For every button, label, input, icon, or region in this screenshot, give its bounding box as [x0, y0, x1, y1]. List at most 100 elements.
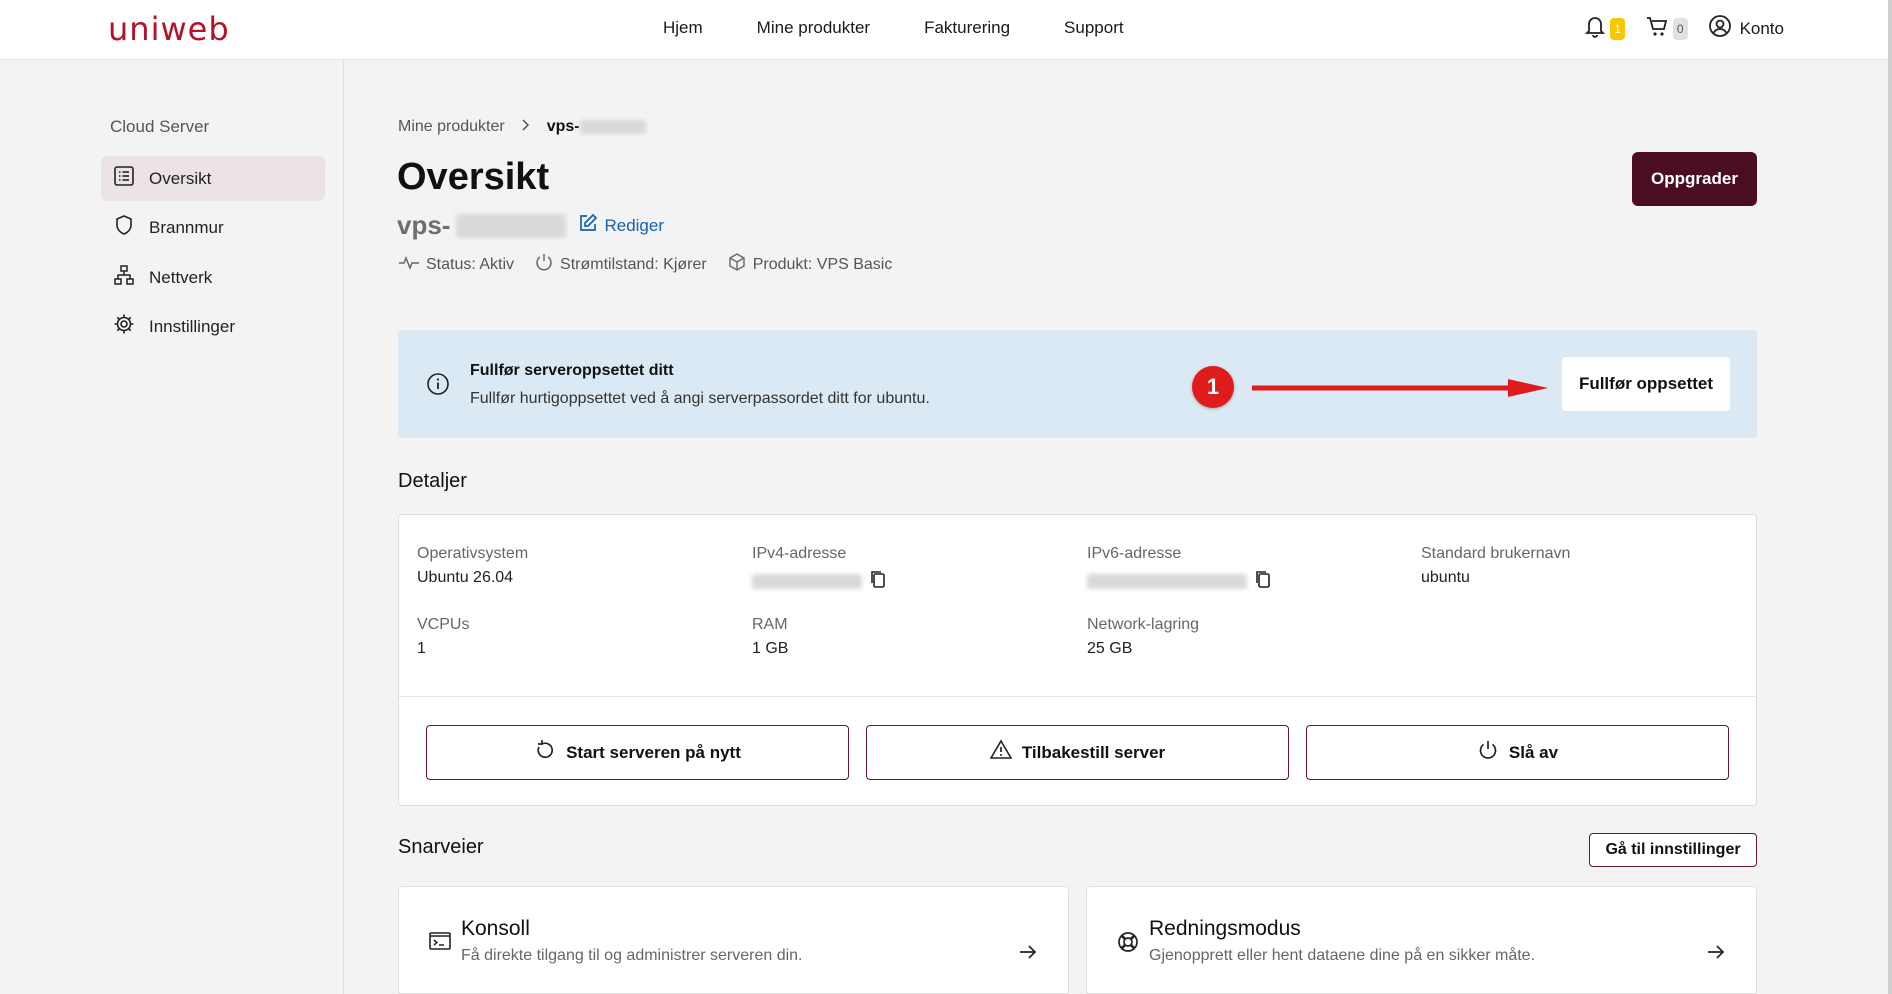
server-name-prefix: vps- [397, 210, 451, 240]
warning-icon [989, 739, 1013, 766]
edit-name-button[interactable]: Rediger [578, 213, 664, 238]
console-shortcut-card[interactable]: Konsoll Få direkte tilgang til og admini… [398, 886, 1069, 994]
ipv6-value [1087, 569, 1273, 594]
cart-button[interactable]: 0 [1645, 14, 1688, 43]
os-label: Operativsystem [417, 545, 529, 562]
chevron-right-icon [521, 118, 531, 136]
step-number-annotation: 1 [1192, 366, 1234, 408]
server-status-line: Status: Aktiv Strømtilstand: Kjører Prod… [398, 252, 892, 277]
gear-icon [113, 313, 135, 340]
logo-text: uniweb [108, 10, 230, 48]
edit-label: Rediger [604, 215, 665, 235]
network-icon [113, 264, 135, 291]
nav-hjem[interactable]: Hjem [663, 18, 703, 38]
power-state-text: Strømtilstand: Kjører [560, 255, 707, 273]
username-label: Standard brukernavn [1421, 545, 1571, 562]
redacted-server-name [456, 213, 567, 238]
cart-count-badge: 0 [1672, 17, 1688, 40]
page-title: Oversikt [397, 156, 550, 198]
restart-server-button[interactable]: Start serveren på nytt [426, 725, 849, 780]
console-description: Få direkte tilgang til og administrer se… [461, 947, 803, 964]
os-field: Operativsystem Ubuntu 26.04 [417, 545, 528, 587]
lifebuoy-icon [1117, 931, 1139, 958]
ram-value: 1 GB [752, 640, 789, 657]
sidebar-item-oversikt[interactable]: Oversikt [101, 156, 325, 201]
nav-fakturering[interactable]: Fakturering [924, 18, 1010, 38]
notifications-button[interactable]: 1 [1584, 14, 1625, 43]
ipv4-label: IPv4-adresse [752, 545, 847, 562]
uniweb-logo[interactable]: uniweb [108, 10, 230, 48]
status-text: Status: Aktiv [426, 255, 515, 273]
arrow-right-icon [1018, 943, 1038, 966]
storage-label: Network-lagring [1087, 616, 1200, 633]
ipv6-field: IPv6-adresse [1087, 545, 1273, 594]
restart-icon [534, 739, 556, 766]
server-name: vps- Rediger [397, 210, 664, 241]
shutdown-button[interactable]: Slå av [1306, 725, 1729, 780]
top-navigation: uniweb Hjem Mine produkter Fakturering S… [0, 0, 1892, 60]
account-button[interactable]: Konto [1708, 14, 1784, 43]
copy-icon[interactable] [1253, 569, 1273, 594]
redacted-ipv6 [1087, 574, 1247, 589]
account-label: Konto [1739, 18, 1784, 38]
storage-value: 25 GB [1087, 640, 1133, 657]
red-arrow-annotation [1252, 379, 1548, 397]
redacted-server-id [579, 119, 646, 134]
sidebar-item-innstillinger[interactable]: Innstillinger [101, 304, 325, 349]
ipv6-label: IPv6-adresse [1087, 545, 1182, 562]
setup-banner: Fullfør serveroppsettet ditt Fullfør hur… [398, 330, 1757, 438]
bell-icon [1584, 14, 1606, 43]
sidebar: Cloud Server Oversikt Brannmur Nettverk … [0, 61, 344, 994]
username-field: Standard brukernavn ubuntu [1421, 545, 1570, 587]
nav-support[interactable]: Support [1064, 18, 1124, 38]
breadcrumb-current-prefix: vps- [546, 118, 580, 135]
upgrade-button[interactable]: Oppgrader [1632, 152, 1757, 206]
reset-server-button[interactable]: Tilbakestill server [866, 725, 1289, 780]
vcpu-value: 1 [417, 640, 426, 657]
details-card: Operativsystem Ubuntu 26.04 IPv4-adresse… [398, 514, 1757, 806]
product-text: Produkt: VPS Basic [752, 255, 893, 273]
vcpu-field: VCPUs 1 [417, 616, 469, 658]
list-icon [113, 165, 135, 192]
rescue-mode-shortcut-card[interactable]: Redningsmodus Gjenopprett eller hent dat… [1086, 886, 1757, 994]
product-indicator: Produkt: VPS Basic [727, 252, 893, 277]
activity-icon [398, 254, 420, 275]
sidebar-item-label: Innstillinger [149, 316, 235, 336]
main-nav: Hjem Mine produkter Fakturering Support [663, 18, 1124, 38]
go-to-settings-button[interactable]: Gå til innstillinger [1589, 833, 1757, 867]
redacted-ipv4 [752, 574, 862, 589]
user-circle-icon [1708, 14, 1732, 43]
ram-label: RAM [752, 616, 788, 633]
sidebar-item-nettverk[interactable]: Nettverk [101, 255, 325, 300]
reset-label: Tilbakestill server [1021, 742, 1166, 762]
rescue-mode-description: Gjenopprett eller hent dataene dine på e… [1149, 947, 1536, 964]
breadcrumb-parent[interactable]: Mine produkter [398, 118, 505, 136]
complete-setup-button[interactable]: Fullfør oppsettet [1562, 357, 1730, 411]
page-scrollbar[interactable] [1888, 0, 1892, 994]
console-title: Konsoll [461, 917, 530, 940]
banner-text: Fullfør hurtigoppsettet ved å angi serve… [470, 390, 930, 407]
breadcrumb-current: vps- [547, 118, 646, 136]
rescue-mode-title: Redningsmodus [1149, 917, 1301, 940]
power-icon [534, 252, 554, 277]
nav-mine-produkter[interactable]: Mine produkter [757, 18, 870, 38]
sidebar-item-label: Oversikt [149, 168, 212, 188]
sidebar-item-brannmur[interactable]: Brannmur [101, 205, 325, 250]
nav-actions: 1 0 Konto [1584, 14, 1784, 43]
power-state-indicator: Strømtilstand: Kjører [534, 252, 707, 277]
details-heading: Detaljer [398, 470, 467, 492]
shield-icon [113, 214, 135, 241]
info-icon [426, 372, 450, 401]
status-indicator: Status: Aktiv [398, 252, 514, 277]
terminal-icon [429, 931, 451, 956]
sidebar-title: Cloud Server [110, 117, 210, 136]
ipv4-field: IPv4-adresse [752, 545, 888, 594]
shutdown-label: Slå av [1508, 742, 1559, 762]
box-icon [727, 252, 747, 277]
banner-title: Fullfør serveroppsettet ditt [470, 362, 674, 379]
copy-icon[interactable] [868, 569, 888, 594]
os-value: Ubuntu 26.04 [417, 569, 514, 586]
arrow-right-icon [1706, 943, 1726, 966]
edit-icon [578, 213, 598, 238]
ipv4-value [752, 569, 888, 594]
